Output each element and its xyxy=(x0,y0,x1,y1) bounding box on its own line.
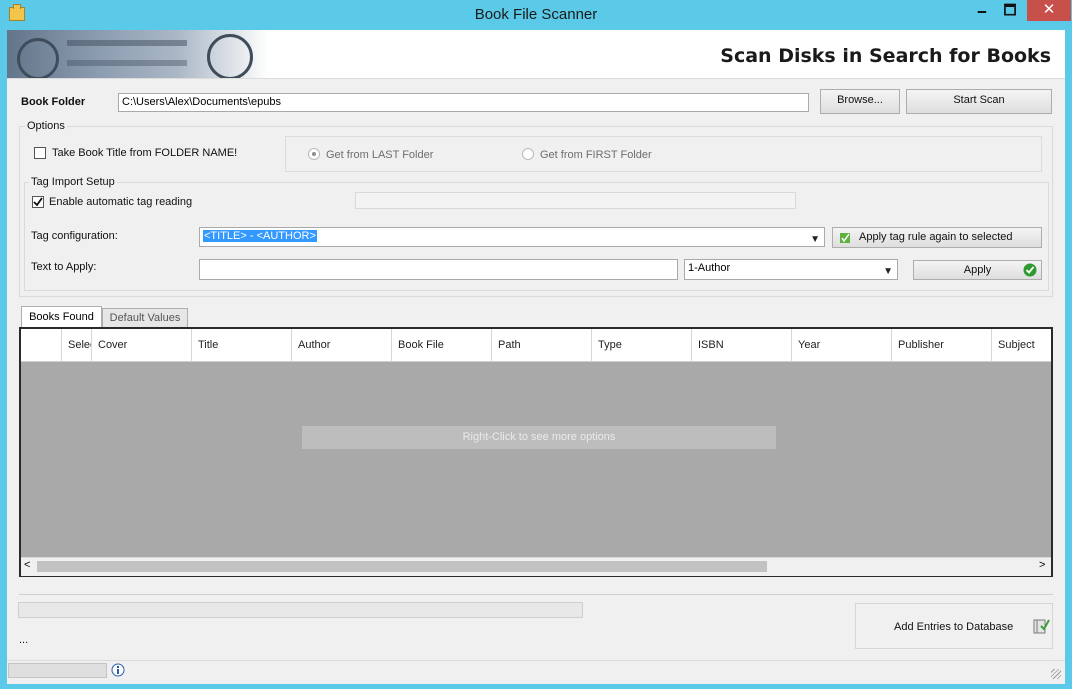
folder-name-label: Take Book Title from FOLDER NAME! xyxy=(52,147,238,159)
scroll-right-icon[interactable]: > xyxy=(1039,559,1045,571)
maximize-button[interactable]: 🗖 xyxy=(996,0,1024,22)
tab-books-found[interactable]: Books Found xyxy=(21,306,102,329)
reapply-tag-button[interactable]: Apply tag rule again to selected xyxy=(832,227,1042,248)
enable-tags-checkbox[interactable] xyxy=(32,196,44,208)
grid-hint: Right-Click to see more options xyxy=(302,426,776,449)
apply-button[interactable]: Apply xyxy=(913,260,1042,280)
book-folder-label: Book Folder xyxy=(21,96,86,108)
tag-config-value: <TITLE> - <AUTHOR> xyxy=(203,230,317,242)
tag-import-title: Tag Import Setup xyxy=(29,176,117,188)
column-header-year[interactable]: Year xyxy=(791,329,891,361)
add-to-database-icon xyxy=(1033,619,1050,634)
title-source-panel: Get from LAST Folder Get from FIRST Fold… xyxy=(285,136,1042,172)
tag-progress-bar xyxy=(355,192,796,209)
horizontal-scrollbar[interactable]: < > xyxy=(21,557,1051,576)
tag-config-combo[interactable]: <TITLE> - <AUTHOR> ▼ xyxy=(199,227,825,247)
check-mark-icon xyxy=(33,197,43,207)
browse-button[interactable]: Browse... xyxy=(820,89,900,114)
column-header-author[interactable]: Author xyxy=(291,329,391,361)
apply-tag-icon xyxy=(840,233,850,243)
client-area: Scan Disks in Search for Books Book Fold… xyxy=(7,30,1065,684)
status-progress xyxy=(8,663,107,678)
resize-grip-icon[interactable] xyxy=(1051,669,1061,679)
books-grid[interactable]: Select Cover Title Author Book File Path… xyxy=(19,327,1053,577)
scan-progress-bar xyxy=(18,602,583,618)
enable-tags-label: Enable automatic tag reading xyxy=(49,196,193,208)
close-button[interactable]: ✕ xyxy=(1027,0,1071,21)
column-header-subject[interactable]: Subject xyxy=(991,329,1051,361)
column-header-select[interactable]: Select xyxy=(61,329,91,361)
last-folder-radio[interactable] xyxy=(308,148,320,160)
add-entries-label: Add Entries to Database xyxy=(894,621,1014,633)
column-header-publisher[interactable]: Publisher xyxy=(891,329,991,361)
add-entries-button[interactable]: Add Entries to Database xyxy=(855,603,1053,649)
column-header-cover[interactable]: Cover xyxy=(91,329,191,361)
tab-default-values[interactable]: Default Values xyxy=(102,308,188,328)
row-header-corner xyxy=(21,329,61,361)
first-folder-radio[interactable] xyxy=(522,148,534,160)
column-header-path[interactable]: Path xyxy=(491,329,591,361)
grid-header: Select Cover Title Author Book File Path… xyxy=(21,329,1051,362)
column-header-type[interactable]: Type xyxy=(591,329,691,361)
reapply-tag-label: Apply tag rule again to selected xyxy=(859,231,1013,243)
chevron-down-icon: ▼ xyxy=(883,266,893,277)
scroll-left-icon[interactable]: < xyxy=(24,559,30,571)
tag-field-combo[interactable]: 1-Author ▼ xyxy=(684,259,898,280)
info-icon[interactable] xyxy=(111,662,125,678)
tag-field-value: 1-Author xyxy=(688,262,731,274)
minimize-button[interactable]: 🗕 xyxy=(968,0,996,22)
banner: Scan Disks in Search for Books xyxy=(7,30,1065,79)
text-to-apply-input[interactable] xyxy=(199,259,678,280)
status-bar xyxy=(7,660,1065,684)
window-title: Book File Scanner xyxy=(474,6,598,23)
separator xyxy=(19,594,1053,595)
text-to-apply-label: Text to Apply: xyxy=(31,261,97,273)
column-header-isbn[interactable]: ISBN xyxy=(691,329,791,361)
scrollbar-thumb[interactable] xyxy=(37,561,767,572)
first-folder-label: Get from FIRST Folder xyxy=(540,149,652,161)
apply-label: Apply xyxy=(963,264,992,276)
title-bar: Book File Scanner 🗕 🗖 ✕ xyxy=(0,0,1072,30)
book-folder-input[interactable]: C:\Users\Alex\Documents\epubs xyxy=(118,93,809,112)
status-ellipsis: ... xyxy=(19,634,29,646)
folder-name-checkbox[interactable] xyxy=(34,147,46,159)
banner-heading: Scan Disks in Search for Books xyxy=(720,45,1051,67)
last-folder-label: Get from LAST Folder xyxy=(326,149,434,161)
tag-config-label: Tag configuration: xyxy=(31,230,118,242)
start-scan-button[interactable]: Start Scan xyxy=(906,89,1052,114)
options-title: Options xyxy=(25,120,67,132)
chevron-down-icon: ▼ xyxy=(810,234,820,245)
check-icon xyxy=(1023,263,1037,277)
column-header-title[interactable]: Title xyxy=(191,329,291,361)
banner-image xyxy=(7,30,269,78)
column-header-book-file[interactable]: Book File xyxy=(391,329,491,361)
